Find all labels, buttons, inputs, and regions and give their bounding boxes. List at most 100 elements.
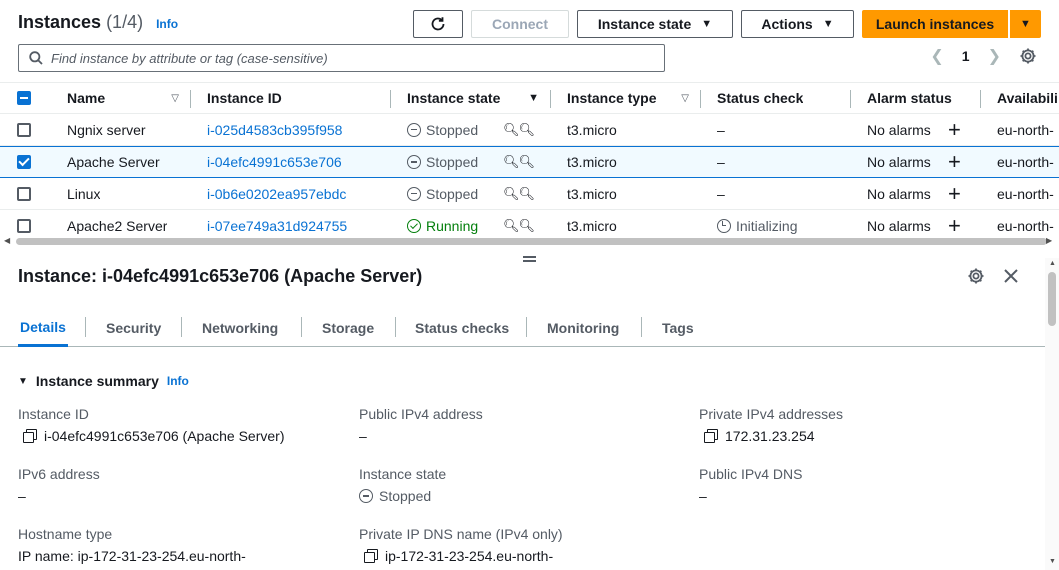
panel-settings-gear-icon[interactable]: [967, 267, 985, 285]
scroll-left-icon[interactable]: ◀: [4, 236, 10, 245]
alarm-status: No alarms: [867, 154, 931, 170]
instance-type: t3.micro: [567, 185, 617, 202]
table-row[interactable]: Linux i-0b6e0202ea957ebdc Stopped 🔍︎🔍︎ t…: [0, 178, 1059, 210]
alarm-status: No alarms: [867, 185, 931, 202]
tab-storage[interactable]: Storage: [322, 309, 374, 347]
stopped-icon: [407, 155, 421, 169]
instance-summary-toggle[interactable]: ▼ Instance summary Info: [18, 373, 189, 389]
scroll-down-icon[interactable]: ▼: [1049, 558, 1056, 565]
column-header-status-check[interactable]: Status check: [717, 90, 803, 106]
sort-descending-icon: ▼: [528, 92, 539, 104]
instance-id-link[interactable]: i-07ee749a31d924755: [207, 218, 347, 234]
add-alarm-icon[interactable]: +: [948, 215, 961, 237]
table-row[interactable]: Apache Server i-04efc4991c653e706 Stoppe…: [0, 146, 1059, 178]
connect-button[interactable]: Connect: [471, 10, 569, 38]
copy-icon[interactable]: [703, 428, 719, 444]
hostname-type-label: Hostname type: [18, 526, 113, 542]
private-dns-label: Private IP DNS name (IPv4 only): [359, 526, 563, 542]
add-alarm-icon[interactable]: +: [948, 119, 961, 141]
scroll-right-icon[interactable]: ▶: [1046, 236, 1052, 245]
instance-name: Apache2 Server: [67, 218, 168, 234]
clock-icon: [717, 219, 731, 233]
tab-security[interactable]: Security: [106, 309, 161, 347]
tab-monitoring[interactable]: Monitoring: [547, 309, 619, 347]
column-header-instance-id[interactable]: Instance ID: [207, 90, 282, 106]
actions-dropdown[interactable]: Actions ▼: [741, 10, 854, 38]
add-alarm-icon[interactable]: +: [948, 151, 961, 173]
instance-state: Stopped: [407, 122, 478, 138]
instance-state-value: Stopped: [359, 488, 431, 504]
instance-state-label: Instance state: [359, 466, 447, 482]
instance-state: Stopped: [407, 186, 478, 202]
column-header-instance-type[interactable]: Instance type ▽: [567, 90, 689, 106]
info-link[interactable]: Info: [156, 17, 178, 31]
row-checkbox[interactable]: [17, 219, 31, 233]
split-panel-drag-handle[interactable]: [523, 256, 536, 262]
search-input[interactable]: [51, 50, 664, 66]
copy-icon[interactable]: [22, 428, 38, 444]
status-check: –: [717, 121, 725, 138]
row-checkbox[interactable]: [17, 122, 31, 137]
tab-status-checks[interactable]: Status checks: [415, 309, 509, 347]
scroll-up-icon[interactable]: ▲: [1049, 260, 1056, 267]
zoom-in-out-icon[interactable]: 🔍︎🔍︎: [503, 154, 534, 170]
copy-icon[interactable]: [363, 548, 379, 564]
instance-id-link[interactable]: i-0b6e0202ea957ebdc: [207, 186, 346, 202]
vertical-scrollbar[interactable]: ▲ ▼: [1045, 258, 1059, 570]
close-icon[interactable]: [1003, 268, 1019, 284]
settings-gear-icon[interactable]: [1019, 47, 1037, 65]
add-alarm-icon[interactable]: +: [948, 183, 961, 205]
column-header-alarm-status[interactable]: Alarm status: [867, 90, 952, 106]
zoom-in-out-icon[interactable]: 🔍︎🔍︎: [503, 122, 534, 138]
stopped-icon: [407, 186, 421, 201]
select-all-checkbox[interactable]: [17, 91, 31, 105]
table-row[interactable]: Ngnix server i-025d4583cb395f958 Stopped…: [0, 114, 1059, 146]
status-check: Initializing: [717, 218, 797, 234]
previous-page-icon[interactable]: ❮: [930, 46, 943, 66]
public-dns-value: –: [699, 488, 707, 504]
refresh-button[interactable]: [413, 10, 463, 38]
zoom-in-out-icon[interactable]: 🔍︎🔍︎: [503, 186, 534, 202]
row-checkbox[interactable]: [17, 186, 31, 201]
details-panel-title: Instance: i-04efc4991c653e706 (Apache Se…: [18, 266, 423, 286]
refresh-icon: [431, 17, 445, 31]
instance-id-link[interactable]: i-025d4583cb395f958: [207, 122, 342, 138]
scrollbar-thumb[interactable]: [16, 238, 1047, 245]
scrollbar-thumb[interactable]: [1048, 272, 1056, 326]
tab-details[interactable]: Details: [18, 309, 68, 347]
instances-table: Name ▽ Instance ID Instance state ▼ Instan…: [0, 82, 1059, 242]
launch-instances-button[interactable]: Launch instances: [862, 10, 1008, 38]
availability-zone: eu-north-: [997, 154, 1054, 170]
column-header-name[interactable]: Name ▽: [67, 90, 179, 106]
caret-down-icon: ▼: [822, 18, 834, 30]
availability-zone: eu-north-: [997, 218, 1054, 234]
instance-state-dropdown[interactable]: Instance state ▼: [577, 10, 733, 38]
instance-name: Ngnix server: [67, 121, 146, 138]
alarm-status: No alarms: [867, 218, 931, 234]
next-page-icon[interactable]: ❯: [988, 46, 1001, 66]
search-bar: [18, 44, 665, 72]
column-header-availability-zone[interactable]: Availabili: [997, 90, 1058, 106]
current-page[interactable]: 1: [962, 48, 970, 64]
instance-type: t3.micro: [567, 218, 617, 234]
hostname-type-value: IP name: ip-172-31-23-254.eu-north-: [18, 548, 246, 564]
page-title: Instances (1/4) Info: [18, 12, 179, 32]
instance-id-value: i-04efc4991c653e706 (Apache Server): [22, 428, 285, 444]
tab-tags[interactable]: Tags: [662, 309, 694, 347]
selection-count: (1/4): [106, 12, 144, 32]
row-checkbox[interactable]: [17, 155, 31, 169]
ipv6-address-label: IPv6 address: [18, 466, 100, 482]
instance-id-link[interactable]: i-04efc4991c653e706: [207, 154, 342, 170]
running-icon: [407, 219, 421, 233]
status-check: –: [717, 185, 725, 202]
launch-options-dropdown[interactable]: ▼: [1010, 10, 1041, 38]
tab-networking[interactable]: Networking: [202, 309, 278, 347]
instance-state: Running: [407, 218, 478, 234]
instance-name: Linux: [67, 185, 101, 202]
availability-zone: eu-north-: [997, 121, 1054, 138]
column-header-instance-state[interactable]: Instance state ▼: [407, 90, 539, 106]
horizontal-scrollbar[interactable]: ◀ ▶: [0, 236, 1059, 246]
zoom-in-out-icon[interactable]: 🔍︎🔍︎: [503, 218, 534, 234]
table-header: Name ▽ Instance ID Instance state ▼ Instan…: [0, 82, 1059, 114]
info-link[interactable]: Info: [167, 374, 189, 388]
